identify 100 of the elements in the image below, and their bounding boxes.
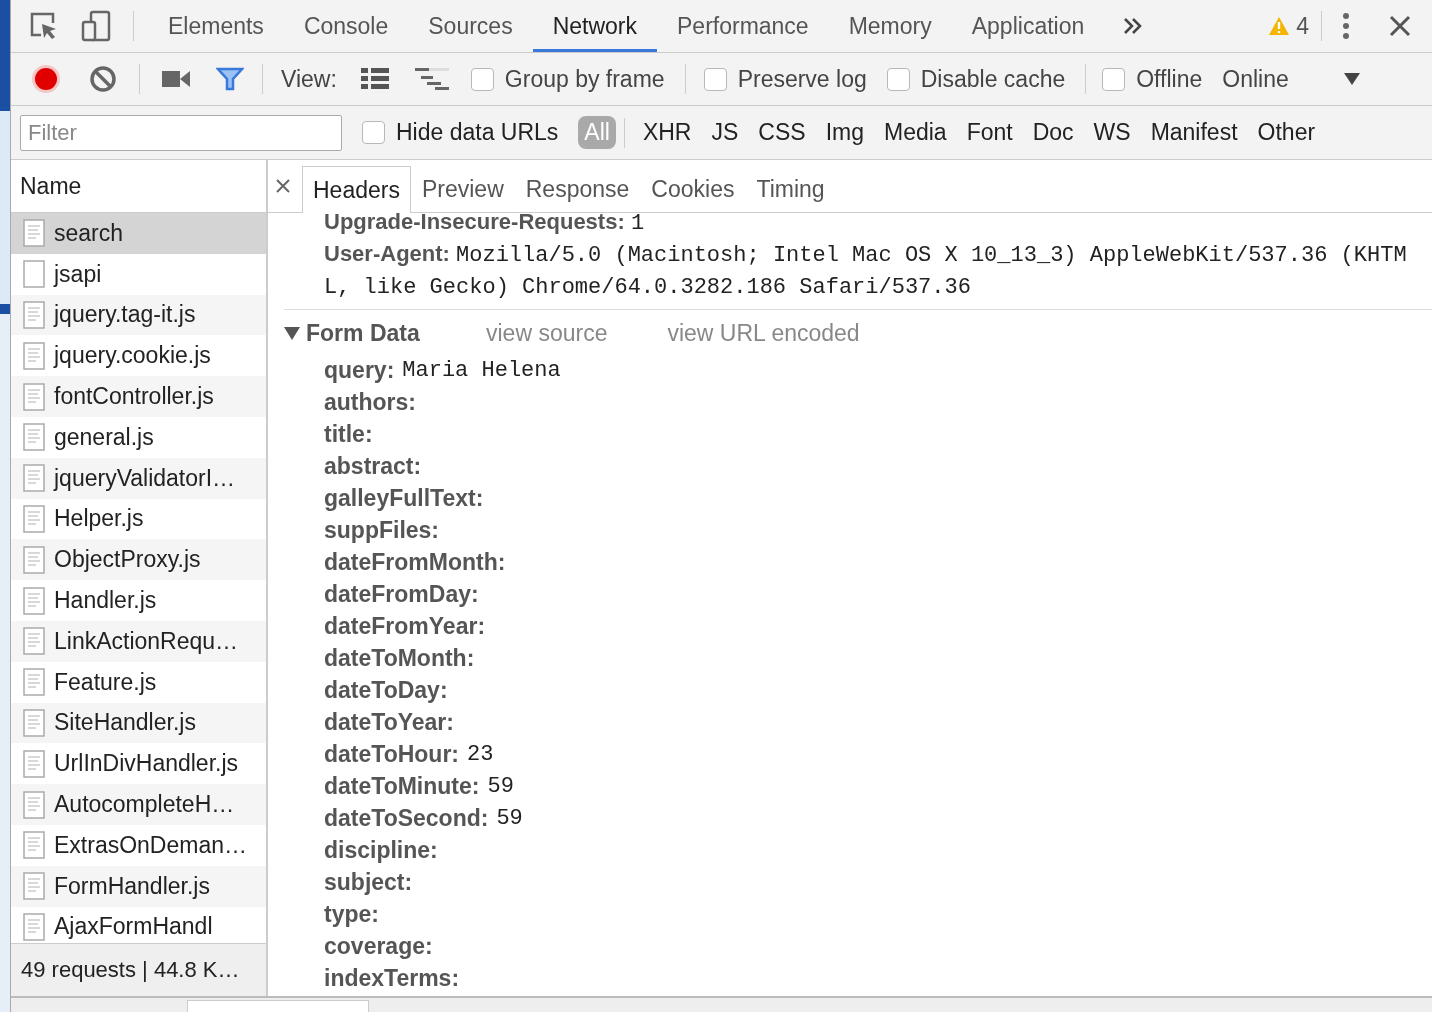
- request-row[interactable]: jquery.cookie.js: [11, 335, 266, 377]
- type-filter-button[interactable]: Other: [1251, 116, 1322, 149]
- type-filter-button[interactable]: XHR: [636, 116, 698, 149]
- type-filter-button[interactable]: Doc: [1026, 116, 1080, 149]
- request-row[interactable]: UrlInDivHandler.js: [11, 743, 266, 785]
- checkbox[interactable]: [470, 67, 494, 91]
- field-name: dateFromMonth:: [324, 548, 506, 576]
- field-name: galleyFullText:: [324, 484, 484, 512]
- device-icon[interactable]: [81, 10, 111, 42]
- status-summary: 49 requests | 44.8 K…: [11, 943, 266, 996]
- detail-tab[interactable]: Headers: [302, 166, 411, 213]
- disclosure-triangle-icon[interactable]: [284, 325, 300, 341]
- horizontal-scrollbar[interactable]: [187, 1000, 369, 1012]
- blank-file-icon: [23, 260, 45, 289]
- request-name: jsapi: [54, 260, 102, 288]
- panel-tab[interactable]: Console: [283, 0, 409, 52]
- file-icon: [23, 912, 45, 941]
- waterfall-icon[interactable]: [414, 68, 449, 90]
- request-row[interactable]: FormHandler.js: [11, 865, 266, 907]
- request-row[interactable]: jsapi: [11, 253, 266, 295]
- file-icon: [23, 708, 45, 737]
- header-line: Upgrade-Insecure-Requests: 1: [324, 213, 646, 238]
- dropdown-arrow-icon[interactable]: [1342, 72, 1361, 86]
- request-row[interactable]: Handler.js: [11, 580, 266, 621]
- checkbox-label: Preserve log: [737, 65, 867, 93]
- type-filter-button[interactable]: CSS: [752, 116, 812, 149]
- view-link[interactable]: view URL encoded: [667, 319, 860, 347]
- filter-icon[interactable]: [216, 67, 244, 91]
- request-row[interactable]: AjaxFormHandl: [11, 906, 266, 943]
- field-name: dateFromYear:: [324, 612, 486, 640]
- type-filter-button[interactable]: Media: [877, 116, 953, 149]
- field-name: dateToSecond:: [324, 804, 489, 832]
- checkbox-label: Group by frame: [504, 65, 665, 93]
- field-name: subject:: [324, 868, 413, 896]
- request-name: LinkActionRequ…: [54, 627, 239, 655]
- field-name: dateToDay:: [324, 676, 448, 704]
- request-row[interactable]: AutocompleteH…: [11, 784, 266, 825]
- throttling-select[interactable]: Online: [1222, 65, 1289, 93]
- list-view-icon[interactable]: [360, 68, 389, 90]
- checkbox-label: Disable cache: [920, 65, 1066, 93]
- detail-tab[interactable]: Preview: [410, 166, 515, 212]
- filter-field[interactable]: Filter: [20, 114, 342, 151]
- request-name: search: [54, 219, 124, 247]
- detail-tab[interactable]: Cookies: [640, 166, 746, 212]
- checkbox[interactable]: [1102, 67, 1126, 91]
- field-name: dateToMinute:: [324, 772, 480, 800]
- type-filter-button[interactable]: WS: [1087, 116, 1137, 149]
- panel-tab[interactable]: Application: [951, 0, 1105, 52]
- request-row[interactable]: Helper.js: [11, 498, 266, 540]
- field-value: 23: [467, 741, 494, 767]
- file-icon: [23, 749, 45, 778]
- close-icon[interactable]: [1388, 14, 1412, 38]
- type-filter-button[interactable]: Manifest: [1144, 116, 1244, 149]
- field-name: authors:: [324, 388, 416, 416]
- request-row[interactable]: SiteHandler.js: [11, 702, 266, 744]
- close-icon[interactable]: [276, 179, 290, 193]
- file-icon: [23, 586, 45, 615]
- request-name: SiteHandler.js: [54, 709, 196, 737]
- request-name: fontController.js: [54, 383, 214, 411]
- request-row[interactable]: fontController.js: [11, 376, 266, 417]
- checkbox-label: Hide data URLs: [396, 119, 559, 146]
- file-icon: [23, 545, 45, 574]
- request-name: jquery.cookie.js: [54, 342, 211, 370]
- panel-tab[interactable]: Elements: [148, 0, 284, 52]
- type-filter-button[interactable]: Img: [819, 116, 870, 149]
- file-icon: [23, 872, 45, 901]
- field-name: dateToYear:: [324, 708, 454, 736]
- field-name: suppFiles:: [324, 516, 439, 544]
- request-row[interactable]: ObjectProxy.js: [11, 539, 266, 581]
- kebab-menu-icon[interactable]: [1342, 12, 1350, 40]
- panel-tab[interactable]: Memory: [828, 0, 952, 52]
- request-name: ExtrasOnDeman…: [54, 831, 247, 859]
- request-row[interactable]: search: [11, 213, 266, 254]
- request-name: UrlInDivHandler.js: [54, 750, 239, 778]
- request-name: AutocompleteH…: [54, 791, 235, 819]
- type-filter-button[interactable]: Font: [960, 116, 1019, 149]
- view-link[interactable]: view source: [486, 319, 608, 347]
- warning-count[interactable]: 4: [1296, 12, 1309, 40]
- request-row[interactable]: LinkActionRequ…: [11, 620, 266, 662]
- section-title[interactable]: Form Data: [306, 319, 486, 347]
- request-row[interactable]: Feature.js: [11, 661, 266, 703]
- record-icon[interactable]: [31, 64, 61, 94]
- request-name: general.js: [54, 423, 154, 451]
- panel-tab[interactable]: Performance: [657, 0, 829, 52]
- detail-tab[interactable]: Response: [514, 166, 641, 212]
- video-camera-icon[interactable]: [162, 70, 190, 88]
- checkbox[interactable]: [886, 67, 910, 91]
- type-filter-button[interactable]: JS: [705, 116, 745, 149]
- panel-tab[interactable]: Sources: [408, 0, 533, 52]
- request-row[interactable]: ExtrasOnDeman…: [11, 824, 266, 866]
- checkbox[interactable]: [703, 67, 727, 91]
- clear-icon[interactable]: [89, 65, 117, 93]
- request-name: Handler.js: [54, 587, 157, 615]
- request-row[interactable]: jquery.tag-it.js: [11, 294, 266, 336]
- checkbox[interactable]: [362, 121, 385, 144]
- field-name: indexTerms:: [324, 964, 460, 992]
- request-row[interactable]: general.js: [11, 417, 266, 458]
- file-icon: [23, 790, 45, 819]
- detail-tab[interactable]: Timing: [745, 166, 836, 212]
- request-row[interactable]: jqueryValidatorI…: [11, 457, 266, 499]
